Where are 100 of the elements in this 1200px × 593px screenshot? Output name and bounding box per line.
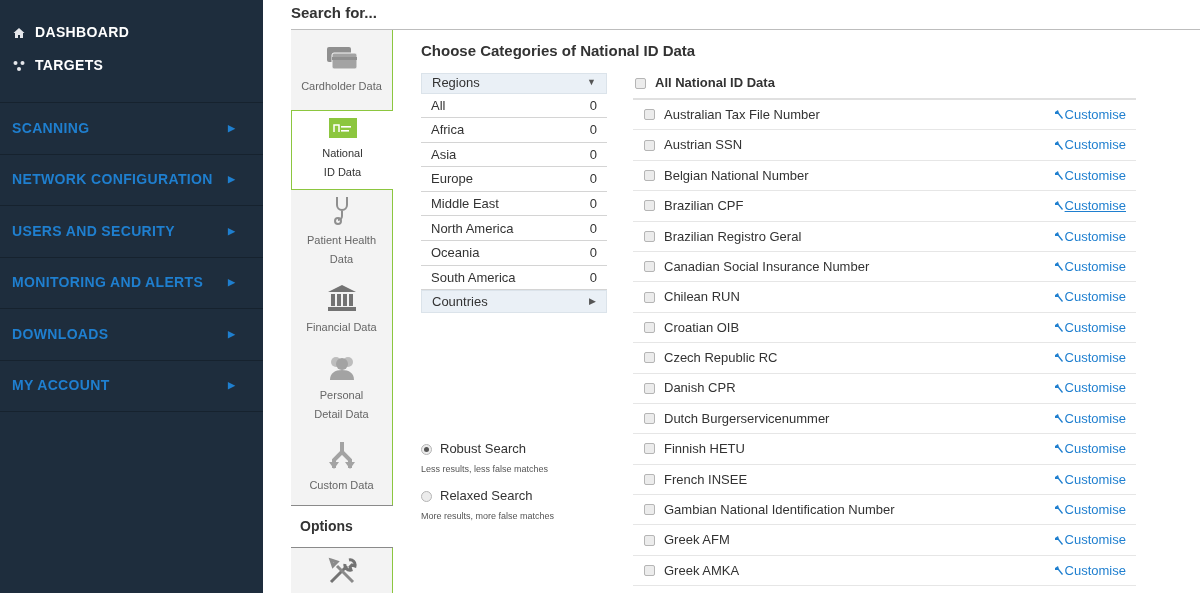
id-type-label: French INSEE (664, 470, 749, 489)
customise-link[interactable]: Customise (1053, 287, 1126, 307)
customise-link[interactable]: Customise (1053, 135, 1126, 155)
radio-label: Robust Search (440, 440, 526, 459)
checkbox[interactable] (644, 169, 655, 181)
customise-link[interactable]: Customise (1053, 408, 1126, 429)
wrench-icon (1053, 382, 1064, 394)
customise-link[interactable]: Customise (1053, 500, 1126, 520)
category-tab[interactable]: Patient Health Data (291, 190, 393, 273)
checkbox[interactable] (644, 230, 655, 242)
checkbox[interactable] (644, 261, 655, 273)
all-label: All National ID Data (655, 74, 775, 93)
customise-link[interactable]: Customise (1053, 378, 1126, 398)
customise-link[interactable]: Customise (1053, 348, 1126, 368)
regions-header[interactable]: Regions ▼ (421, 72, 607, 94)
wrench-icon (1053, 413, 1064, 425)
id-type-label: Australian Tax File Number (664, 105, 821, 124)
checkbox[interactable] (644, 473, 655, 485)
category-tab[interactable]: Financial Data (291, 273, 393, 347)
id-type-label: Danish CPR (664, 379, 737, 398)
options-header: Options (291, 505, 393, 548)
wrench-icon (1053, 504, 1064, 516)
customise-link[interactable]: Customise (1053, 439, 1126, 459)
checkbox[interactable] (644, 200, 655, 212)
region-row[interactable]: North America 0 (421, 216, 607, 242)
region-row[interactable]: All 0 (421, 93, 607, 119)
wrench-icon (1053, 443, 1064, 455)
region-row[interactable]: Europe 0 (421, 167, 607, 192)
checkbox[interactable] (644, 443, 655, 455)
radio-label: Relaxed Search (440, 487, 533, 506)
id-card-icon (328, 118, 357, 138)
wrench-icon (1053, 565, 1064, 577)
fork-arrows-icon (328, 440, 355, 470)
customise-link[interactable]: Customise (1053, 560, 1126, 581)
section-title: Choose Categories of National ID Data (421, 41, 696, 61)
customise-link[interactable]: Customise (1053, 530, 1126, 550)
checkbox[interactable] (644, 139, 655, 151)
wrench-icon (1053, 291, 1064, 303)
id-type-label: Finnish HETU (664, 440, 746, 459)
nav-item[interactable]: TARGETS (13, 55, 263, 76)
wrench-icon (1053, 352, 1064, 364)
region-row[interactable]: Asia 0 (421, 142, 607, 168)
radio-hint: Less results, less false matches (421, 462, 550, 476)
wrench-icon (1053, 139, 1064, 151)
checkbox[interactable] (644, 109, 655, 121)
wrench-icon (1053, 200, 1064, 212)
id-type-label: Greek AMKA (664, 561, 741, 580)
customise-link[interactable]: Customise (1053, 165, 1126, 186)
wrench-icon (1053, 534, 1064, 546)
nav-section[interactable]: USERS AND SECURITY ▶ (0, 206, 263, 258)
card-icon (325, 44, 358, 71)
radio-hint: More results, more false matches (421, 509, 556, 523)
id-type-label: Brazilian Registro Geral (664, 227, 803, 246)
id-type-label: Gambian National Identification Number (664, 501, 896, 519)
nav-item[interactable]: DASHBOARD (13, 22, 263, 43)
region-row[interactable]: Oceania 0 (421, 241, 607, 266)
bank-icon (326, 283, 357, 312)
radio-button[interactable] (421, 490, 432, 502)
nav-section[interactable]: SCANNING ▶ (0, 103, 263, 155)
wrench-icon (1053, 261, 1064, 273)
id-type-label: Belgian National Number (664, 166, 810, 185)
region-row[interactable]: Africa 0 (421, 118, 607, 143)
id-type-label: Canadian Social Insurance Number (664, 257, 871, 276)
checkbox[interactable] (644, 352, 655, 364)
checkbox[interactable] (644, 504, 655, 516)
checkbox[interactable] (644, 382, 655, 394)
customise-link[interactable]: Customise (1053, 226, 1126, 246)
customise-link[interactable]: Customise (1053, 317, 1126, 338)
checkbox[interactable] (644, 413, 655, 425)
customise-link[interactable]: Customise (1053, 469, 1126, 490)
nav-section[interactable]: MY ACCOUNT ▶ (0, 360, 263, 412)
wrench-icon (1053, 109, 1064, 121)
checkbox[interactable] (644, 565, 655, 577)
id-type-label: Dutch Burgerservicenummer (664, 409, 831, 428)
id-type-label: Greek AFM (664, 531, 731, 550)
countries-header[interactable]: Countries ▶ (421, 290, 607, 314)
wrench-icon (1053, 473, 1064, 485)
customise-link[interactable]: Customise (1053, 104, 1126, 125)
customise-link[interactable]: Customise (1053, 256, 1126, 277)
id-type-label: Czech Republic RC (664, 349, 779, 368)
wrench-icon (1053, 230, 1064, 242)
region-row[interactable]: Middle East 0 (421, 191, 607, 217)
customise-link[interactable]: Customise (1053, 196, 1126, 216)
checkbox[interactable] (644, 291, 655, 303)
checkbox[interactable] (644, 534, 655, 546)
nav-section[interactable]: MONITORING AND ALERTS ▶ (0, 257, 263, 309)
nav-section[interactable]: NETWORK CONFIGURATION ▶ (0, 154, 263, 206)
page-heading: Search for... (291, 0, 1200, 30)
radio-button[interactable] (421, 443, 432, 455)
id-type-label: Croatian OIB (664, 318, 741, 337)
category-tab[interactable]: Personal Detail Data (291, 347, 393, 430)
checkbox[interactable] (644, 321, 655, 333)
wrench-icon (1053, 321, 1064, 333)
wrench-icon (1053, 169, 1064, 181)
checkbox[interactable] (635, 77, 646, 89)
nav-section[interactable]: DOWNLOADS ▶ (0, 309, 263, 361)
tools-icon (326, 556, 357, 586)
stethoscope-icon (332, 194, 351, 225)
category-tab[interactable]: National ID Data (291, 110, 393, 190)
dots-icon (13, 59, 25, 72)
